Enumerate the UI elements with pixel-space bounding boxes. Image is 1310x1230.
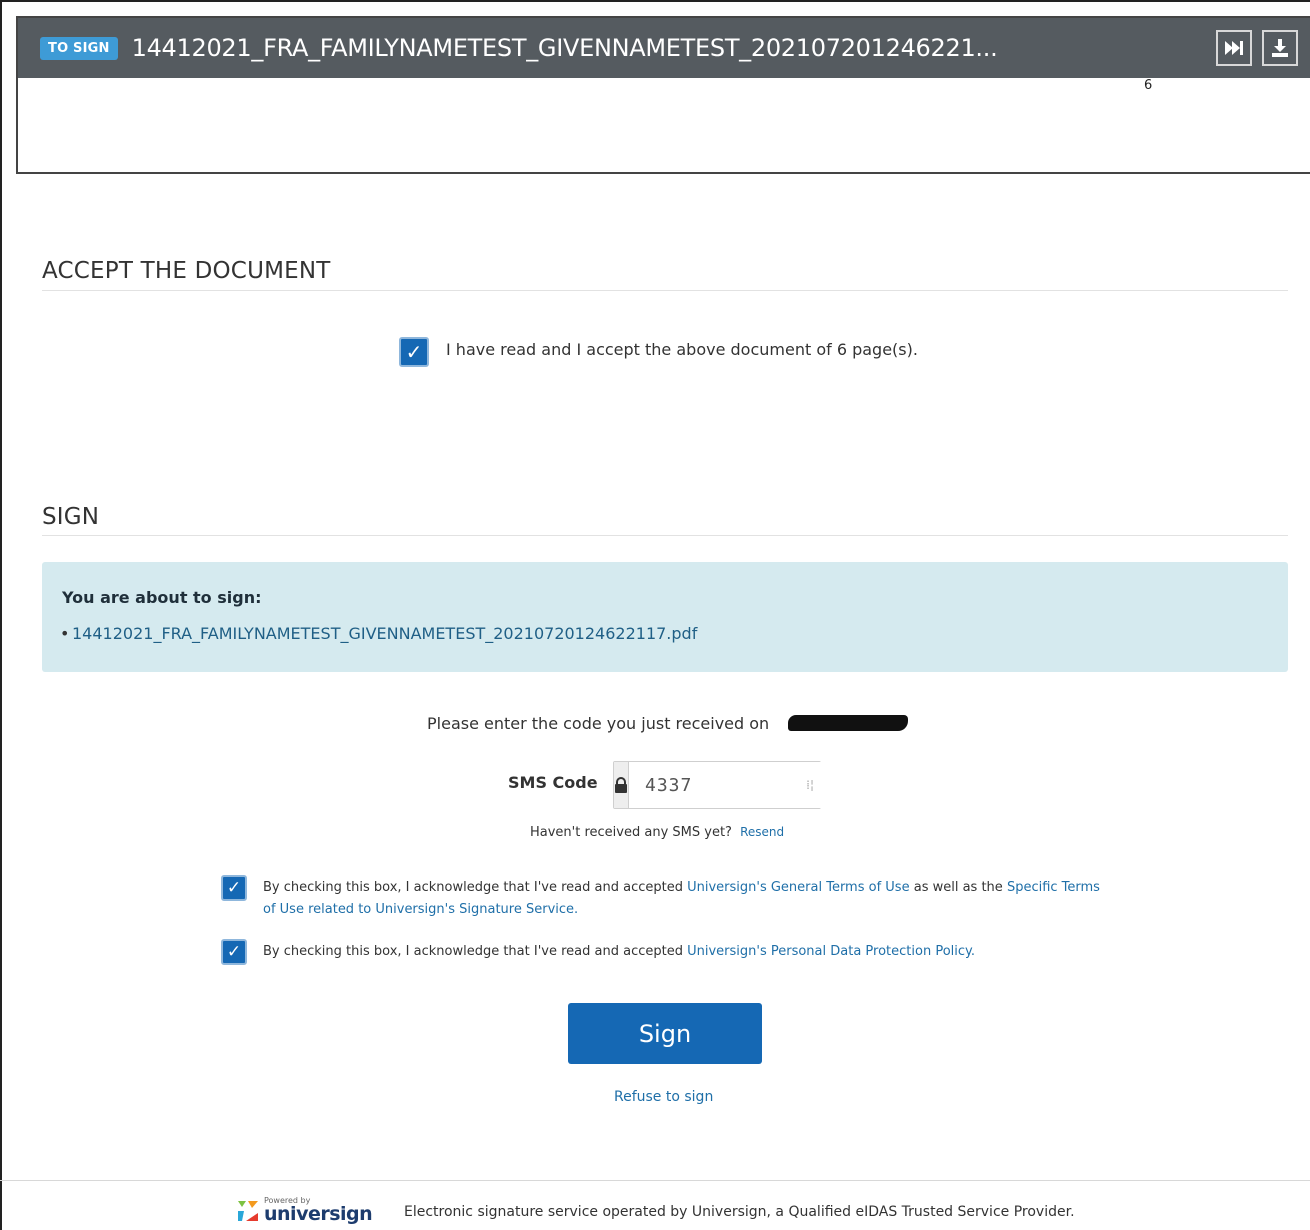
sms-code-input[interactable]: [629, 762, 877, 808]
data-protection-text: By checking this box, I acknowledge that…: [263, 941, 1113, 963]
data-protection-checkbox[interactable]: ✓: [221, 939, 247, 965]
checkmark-icon: ✓: [226, 942, 242, 962]
page-number: 6: [1144, 78, 1153, 93]
terms-text: By checking this box, I acknowledge that…: [263, 880, 688, 895]
download-button[interactable]: [1262, 30, 1298, 66]
terms-of-use-checkbox[interactable]: ✓: [221, 875, 247, 901]
general-terms-link[interactable]: Universign's General Terms of Use: [687, 880, 910, 895]
viewer-header: TO SIGN 14412021_FRA_FAMILYNAMETEST_GIVE…: [18, 18, 1310, 78]
no-sms-text: Haven't received any SMS yet?: [530, 825, 732, 840]
sign-info-box: You are about to sign: 14412021_FRA_FAMI…: [42, 562, 1288, 672]
accept-document-label: I have read and I accept the above docum…: [446, 340, 918, 359]
universign-logo-icon: [238, 1201, 258, 1221]
skip-to-end-button[interactable]: [1216, 30, 1252, 66]
sign-button[interactable]: Sign: [568, 1003, 762, 1064]
checkmark-icon: ✓: [226, 878, 242, 898]
footer-text: Electronic signature service operated by…: [404, 1204, 1075, 1220]
accept-heading: ACCEPT THE DOCUMENT: [42, 258, 331, 284]
download-icon: [1272, 39, 1288, 57]
file-name: 14412021_FRA_FAMILYNAMETEST_GIVENNAMETES…: [60, 624, 697, 643]
terms-of-use-text: By checking this box, I acknowledge that…: [263, 877, 1113, 921]
terms-text: By checking this box, I acknowledge that…: [263, 944, 688, 959]
checkmark-icon: ✓: [405, 340, 423, 364]
skip-forward-icon: [1225, 41, 1243, 55]
password-manager-icon[interactable]: ⁞¦: [806, 778, 814, 792]
divider: [42, 290, 1288, 291]
sms-code-group: ⁞¦: [613, 761, 877, 809]
status-badge: TO SIGN: [40, 36, 118, 60]
info-title: You are about to sign:: [62, 588, 262, 607]
sms-code-label: SMS Code: [508, 773, 598, 792]
footer-divider: [0, 1180, 1310, 1181]
accept-document-checkbox[interactable]: ✓: [399, 337, 429, 367]
divider: [42, 535, 1288, 536]
terms-text: as well as the: [909, 880, 1007, 895]
resend-link[interactable]: Resend: [740, 825, 784, 839]
document-viewer: TO SIGN 14412021_FRA_FAMILYNAMETEST_GIVE…: [16, 16, 1310, 174]
sign-heading: SIGN: [42, 504, 100, 530]
refuse-to-sign-link[interactable]: Refuse to sign: [614, 1089, 713, 1105]
code-prompt: Please enter the code you just received …: [427, 714, 770, 733]
brand-name: universign: [264, 1203, 373, 1225]
lock-icon: [614, 762, 629, 808]
no-sms-row: Haven't received any SMS yet? Resend: [530, 825, 784, 840]
document-title: 14412021_FRA_FAMILYNAMETEST_GIVENNAMETES…: [131, 34, 998, 62]
data-protection-link[interactable]: Universign's Personal Data Protection Po…: [687, 944, 975, 959]
redacted-phone-number: [788, 715, 908, 731]
universign-logo: Powered by universign: [236, 1192, 376, 1230]
